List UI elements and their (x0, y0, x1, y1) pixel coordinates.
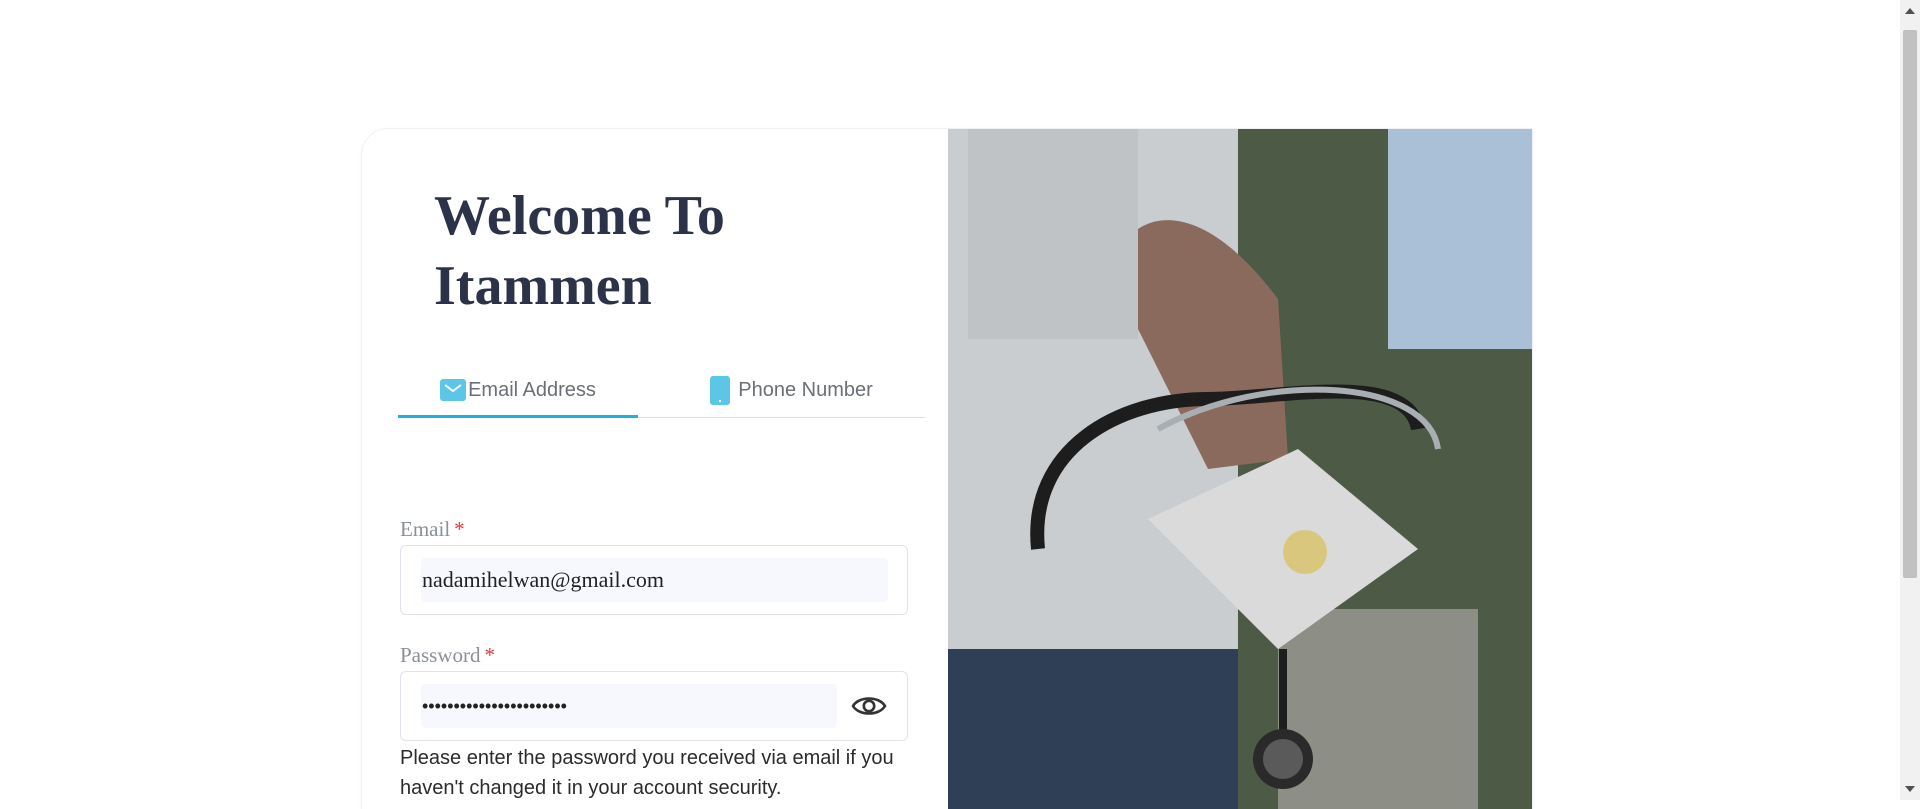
tab-email-address[interactable]: Email Address (398, 363, 638, 417)
page-title: Welcome To Itammen (434, 185, 725, 317)
tab-email-label: Email Address (468, 378, 596, 401)
phone-icon (710, 375, 731, 405)
email-input[interactable]: nadamihelwan@gmail.com (421, 558, 888, 602)
scroll-thumb[interactable] (1903, 30, 1917, 578)
password-hint: Please enter the password you received v… (400, 747, 894, 799)
tab-phone-label: Phone Number (738, 378, 873, 401)
email-label: Email * (400, 517, 465, 542)
eye-icon[interactable] (851, 691, 887, 721)
mail-icon (440, 379, 467, 401)
scroll-up-arrow-icon[interactable] (1905, 8, 1915, 14)
password-input[interactable]: ••••••••••••••••••••••• (421, 684, 837, 728)
tab-phone-number[interactable]: Phone Number (658, 363, 925, 417)
password-label-text: Password (400, 643, 481, 667)
active-tab-indicator (398, 415, 638, 418)
required-marker: * (484, 643, 496, 667)
login-method-tabs: Email Address Phone Number (398, 363, 925, 418)
required-marker: * (454, 517, 465, 541)
password-label: Password * (400, 643, 495, 668)
hero-image (948, 129, 1532, 809)
login-panel: Welcome To Itammen Email Address Phone N… (362, 129, 948, 809)
email-label-text: Email (400, 517, 451, 541)
email-field: nadamihelwan@gmail.com (400, 545, 908, 615)
doctor-holding-mask-image (948, 129, 1532, 809)
page-scrollbar[interactable] (1900, 0, 1920, 800)
password-field: ••••••••••••••••••••••• (400, 671, 908, 741)
scroll-down-arrow-icon[interactable] (1905, 786, 1915, 792)
login-card: Welcome To Itammen Email Address Phone N… (362, 129, 1532, 809)
